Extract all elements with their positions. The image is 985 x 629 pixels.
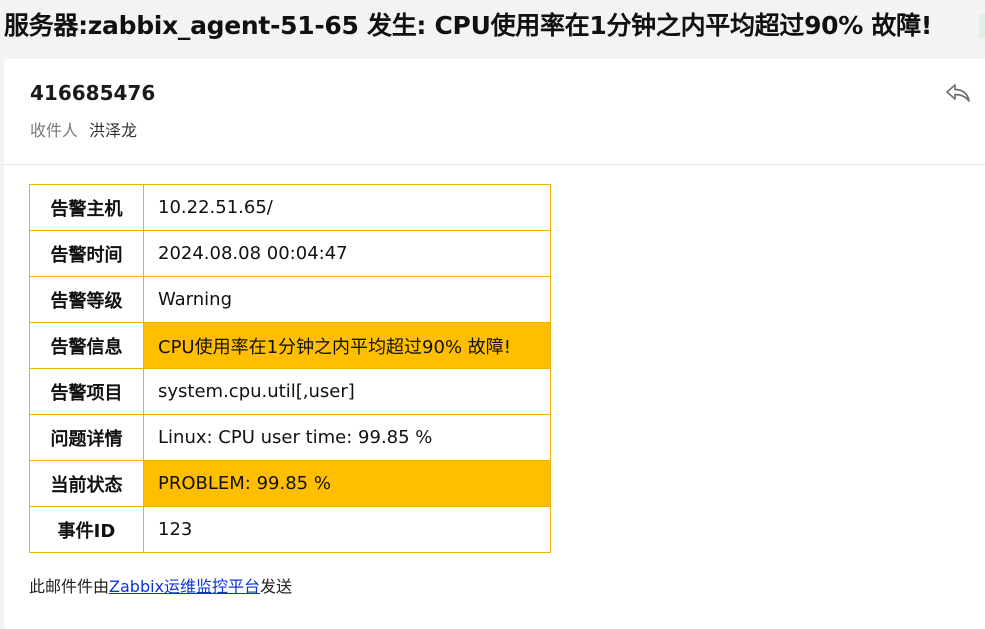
- alert-level-value: Warning: [143, 276, 551, 323]
- alert-time-value: 2024.08.08 00:04:47: [143, 230, 551, 277]
- alert-details-table: 告警主机 10.22.51.65/ 告警时间 2024.08.08 00:04:…: [29, 184, 551, 553]
- table-row: 告警项目 system.cpu.util[,user]: [29, 368, 551, 415]
- table-row: 告警时间 2024.08.08 00:04:47: [29, 230, 551, 277]
- recipient-line: 收件人 洪泽龙: [30, 119, 137, 143]
- reply-button[interactable]: [944, 79, 972, 107]
- alert-item-label: 告警项目: [29, 368, 144, 415]
- email-message-card: 416685476 收件人 洪泽龙 告警主机 10.22.51.65/ 告警时间 …: [4, 59, 985, 629]
- zabbix-platform-link[interactable]: Zabbix运维监控平台: [109, 577, 260, 596]
- table-row: 事件ID 123: [29, 506, 551, 553]
- alert-host-label: 告警主机: [29, 184, 144, 231]
- problem-details-value: Linux: CPU user time: 99.85 %: [143, 414, 551, 461]
- table-row: 问题详情 Linux: CPU user time: 99.85 %: [29, 414, 551, 461]
- table-row: 告警信息 CPU使用率在1分钟之内平均超过90% 故障!: [29, 322, 551, 369]
- email-footer: 此邮件件由Zabbix运维监控平台发送: [29, 575, 292, 599]
- header-divider: [4, 164, 985, 165]
- table-row: 当前状态 PROBLEM: 99.85 %: [29, 460, 551, 507]
- email-subject: 服务器:zabbix_agent-51-65 发生: CPU使用率在1分钟之内平…: [4, 11, 932, 40]
- reply-icon: [946, 84, 970, 102]
- current-status-label: 当前状态: [29, 460, 144, 507]
- table-row: 告警主机 10.22.51.65/: [29, 184, 551, 231]
- alert-host-value: 10.22.51.65/: [143, 184, 551, 231]
- alert-info-label: 告警信息: [29, 322, 144, 369]
- alert-info-value: CPU使用率在1分钟之内平均超过90% 故障!: [143, 322, 551, 369]
- footer-prefix: 此邮件件由: [29, 577, 110, 596]
- problem-details-label: 问题详情: [29, 414, 144, 461]
- subject-tag-badge: [979, 14, 985, 38]
- table-row: 告警等级 Warning: [29, 276, 551, 323]
- recipient-name[interactable]: 洪泽龙: [89, 121, 137, 140]
- sender-name: 416685476: [30, 81, 156, 105]
- alert-time-label: 告警时间: [29, 230, 144, 277]
- recipient-label: 收件人: [30, 121, 79, 140]
- current-status-value: PROBLEM: 99.85 %: [143, 460, 551, 507]
- event-id-label: 事件ID: [29, 506, 144, 553]
- footer-suffix: 发送: [260, 577, 293, 596]
- event-id-value: 123: [143, 506, 551, 553]
- alert-item-value: system.cpu.util[,user]: [143, 368, 551, 415]
- alert-level-label: 告警等级: [29, 276, 144, 323]
